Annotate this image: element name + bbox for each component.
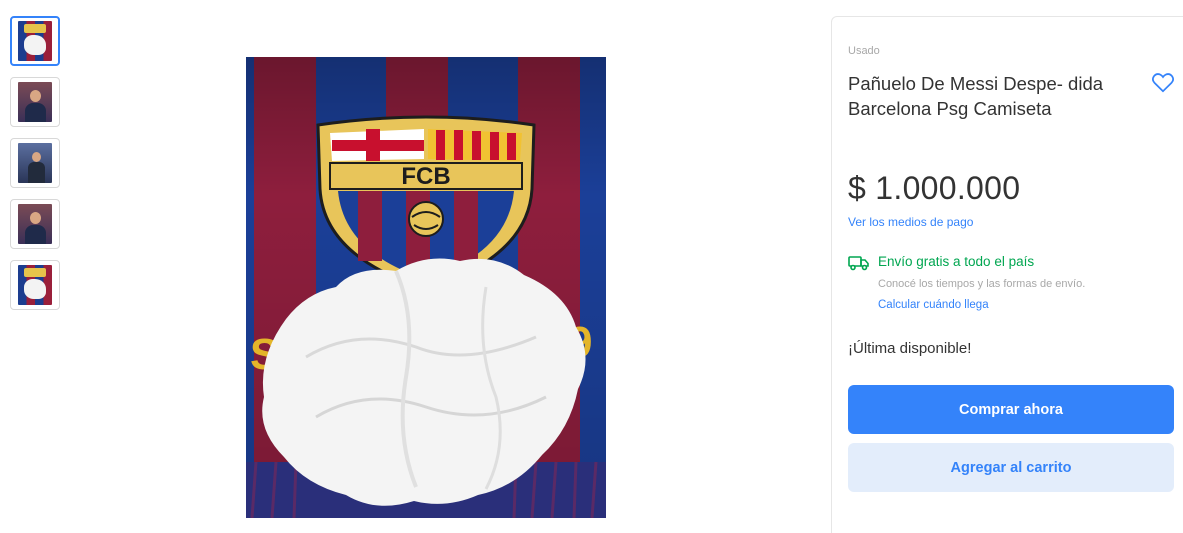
fcb-scarf-with-tissue-photo: S 9 FCB bbox=[246, 57, 606, 518]
main-product-image[interactable]: S 9 FCB bbox=[246, 57, 606, 518]
truck-icon bbox=[848, 254, 870, 272]
messi-stage-thumbnail-image bbox=[18, 143, 52, 183]
scarf-thumbnail-image bbox=[18, 265, 52, 305]
shipping-info-text: Conocé los tiempos y las formas de envío… bbox=[878, 278, 1086, 290]
messi-press-thumbnail-image bbox=[18, 204, 52, 244]
price: $ 1.000.000 bbox=[848, 170, 1021, 206]
stock-status: ¡Última disponible! bbox=[848, 340, 972, 357]
calculate-delivery-link[interactable]: Calcular cuándo llega bbox=[878, 299, 989, 311]
messi-thumbnail-image bbox=[18, 82, 52, 122]
product-title: Pañuelo De Messi Despe- dida Barcelona P… bbox=[848, 73, 1104, 119]
scarf-thumbnail-image bbox=[18, 21, 52, 61]
buy-now-button[interactable]: Comprar ahora bbox=[848, 385, 1174, 434]
free-shipping-text: Envío gratis a todo el país bbox=[878, 254, 1035, 269]
condition-label: Usado bbox=[848, 45, 880, 57]
thumbnail-3[interactable] bbox=[10, 138, 60, 188]
thumbnail-1[interactable] bbox=[10, 16, 60, 66]
buy-box: Usado Pañuelo De Messi Despe- dida Barce… bbox=[831, 16, 1183, 533]
thumbnail-list bbox=[10, 16, 62, 321]
crest-text: FCB bbox=[401, 163, 450, 190]
thumbnail-5[interactable] bbox=[10, 260, 60, 310]
thumbnail-4[interactable] bbox=[10, 199, 60, 249]
favorite-heart-icon[interactable] bbox=[1150, 69, 1176, 95]
thumbnail-2[interactable] bbox=[10, 77, 60, 127]
add-to-cart-button[interactable]: Agregar al carrito bbox=[848, 443, 1174, 492]
payment-methods-link[interactable]: Ver los medios de pago bbox=[848, 215, 973, 229]
